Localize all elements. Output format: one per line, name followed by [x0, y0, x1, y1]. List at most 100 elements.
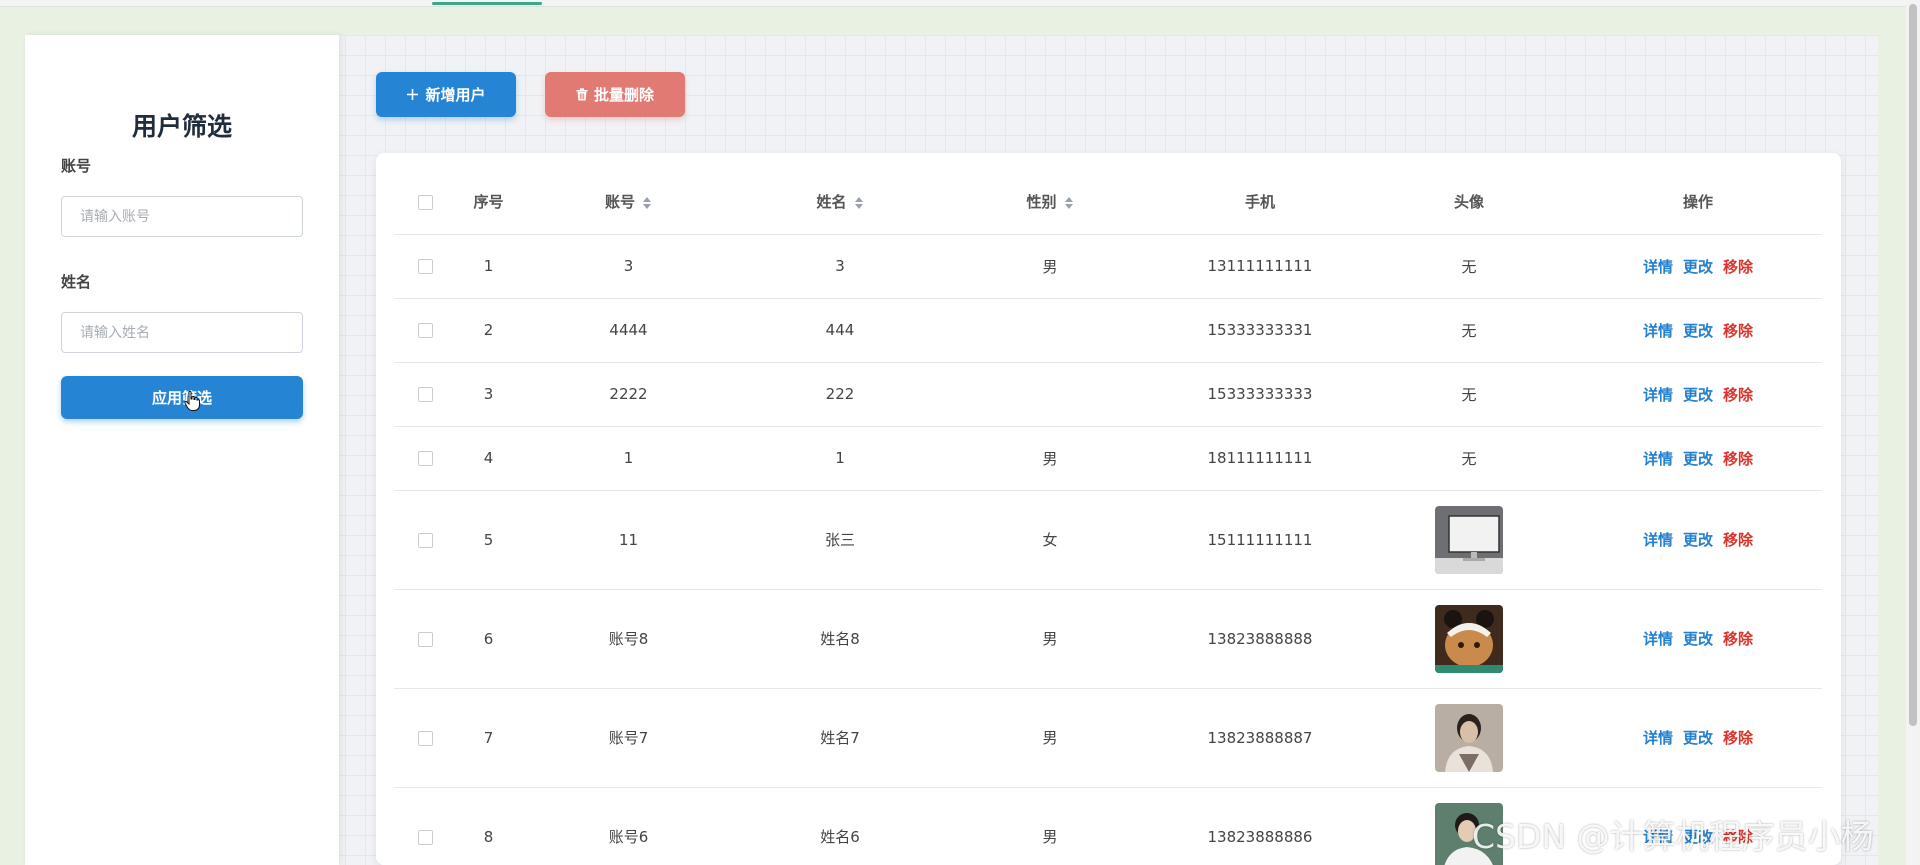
scrollbar-thumb[interactable] — [1909, 4, 1917, 726]
active-tab-indicator — [432, 2, 542, 5]
row-checkbox[interactable] — [417, 387, 433, 402]
batch-delete-button[interactable]: 批量删除 — [545, 72, 685, 117]
sort-icon[interactable] — [854, 196, 864, 210]
row-checkbox[interactable] — [417, 829, 433, 845]
header-phone: 手机 — [1156, 170, 1364, 235]
cell-gender: 男 — [944, 688, 1156, 788]
header-account[interactable]: 账号 — [521, 170, 736, 235]
cell-account: 账号6 — [521, 787, 736, 865]
header-select-all[interactable] — [394, 170, 456, 235]
hand-cursor-icon — [184, 391, 200, 411]
cell-account: 11 — [521, 490, 736, 590]
detail-link[interactable]: 详情 — [1643, 386, 1673, 404]
plus-icon — [407, 89, 419, 100]
name-label: 姓名 — [61, 273, 92, 291]
cell-phone: 13111111111 — [1156, 234, 1364, 299]
cell-name: 1 — [736, 426, 944, 491]
sort-icon[interactable] — [642, 196, 652, 210]
sort-icon[interactable] — [1064, 196, 1074, 210]
remove-link[interactable]: 移除 — [1723, 729, 1753, 747]
cell-actions: 详情 更改 移除 — [1574, 688, 1822, 788]
remove-link[interactable]: 移除 — [1723, 258, 1753, 276]
detail-link[interactable]: 详情 — [1643, 450, 1673, 468]
account-input[interactable] — [61, 196, 303, 237]
edit-link[interactable]: 更改 — [1683, 729, 1713, 747]
remove-link[interactable]: 移除 — [1723, 630, 1753, 648]
row-checkbox[interactable] — [417, 631, 433, 647]
edit-link[interactable]: 更改 — [1683, 386, 1713, 404]
cell-phone: 13823888886 — [1156, 787, 1364, 865]
edit-link[interactable]: 更改 — [1683, 630, 1713, 648]
cell-avatar: 无 — [1364, 234, 1574, 299]
row-checkbox[interactable] — [417, 532, 433, 548]
header-index-label: 序号 — [473, 193, 504, 212]
cell-index: 6 — [456, 589, 521, 689]
header-name-label: 姓名 — [816, 193, 847, 212]
cell-avatar — [1364, 589, 1574, 689]
avatar-image — [1435, 505, 1503, 574]
header-actions-label: 操作 — [1682, 193, 1713, 212]
cell-account: 3 — [521, 234, 736, 299]
header-phone-label: 手机 — [1244, 193, 1275, 212]
cell-phone: 13823888887 — [1156, 688, 1364, 788]
edit-link[interactable]: 更改 — [1683, 322, 1713, 340]
header-gender-label: 性别 — [1026, 193, 1057, 212]
remove-link[interactable]: 移除 — [1723, 450, 1753, 468]
cell-gender — [944, 362, 1156, 427]
row-checkbox[interactable] — [417, 259, 433, 274]
cell-avatar: 无 — [1364, 298, 1574, 363]
name-input[interactable] — [61, 312, 303, 353]
avatar-image — [1435, 703, 1503, 772]
apply-filter-button[interactable]: 应用筛选 — [61, 376, 303, 419]
table-row: 7 账号7 姓名7 男 13823888887 详情 更改 移除 — [394, 688, 1822, 788]
row-checkbox[interactable] — [417, 451, 433, 466]
detail-link[interactable]: 详情 — [1643, 630, 1673, 648]
table-row: 1 3 3 男 13111111111 无 详情 更改 移除 — [394, 234, 1822, 299]
table-row: 5 11 张三 女 15111111111 详情 更改 移除 — [394, 490, 1822, 590]
row-checkbox[interactable] — [417, 730, 433, 746]
cell-actions: 详情 更改 移除 — [1574, 490, 1822, 590]
header-gender[interactable]: 性别 — [944, 170, 1156, 235]
cell-index: 3 — [456, 362, 521, 427]
cell-index: 2 — [456, 298, 521, 363]
cell-actions: 详情 更改 移除 — [1574, 362, 1822, 427]
add-user-label: 新增用户 — [425, 86, 486, 104]
remove-link[interactable]: 移除 — [1723, 386, 1753, 404]
edit-link[interactable]: 更改 — [1683, 258, 1713, 276]
header-actions: 操作 — [1574, 170, 1822, 235]
cell-gender: 男 — [944, 787, 1156, 865]
row-checkbox[interactable] — [417, 323, 433, 338]
edit-link[interactable]: 更改 — [1683, 450, 1713, 468]
header-name[interactable]: 姓名 — [736, 170, 944, 235]
remove-link[interactable]: 移除 — [1723, 531, 1753, 549]
cell-gender: 女 — [944, 490, 1156, 590]
filter-sidebar: 用户筛选 账号 姓名 应用筛选 — [25, 35, 339, 865]
cell-index: 8 — [456, 787, 521, 865]
cell-avatar — [1364, 688, 1574, 788]
cell-name: 张三 — [736, 490, 944, 590]
monitor-avatar-icon — [1435, 505, 1503, 574]
user-table: 序号 账号 姓名 性别 手机 头像 操作 1 3 3 男 13111111111… — [394, 170, 1822, 865]
header-account-label: 账号 — [604, 193, 635, 212]
cell-actions: 详情 更改 移除 — [1574, 298, 1822, 363]
add-user-button[interactable]: 新增用户 — [376, 72, 516, 117]
select-all-checkbox[interactable] — [417, 194, 433, 210]
cell-avatar: 无 — [1364, 426, 1574, 491]
cell-avatar: 无 — [1364, 362, 1574, 427]
detail-link[interactable]: 详情 — [1643, 322, 1673, 340]
trash-icon — [576, 88, 588, 101]
edit-link[interactable]: 更改 — [1683, 531, 1713, 549]
cell-gender: 男 — [944, 234, 1156, 299]
cell-gender — [944, 298, 1156, 363]
cell-account: 账号7 — [521, 688, 736, 788]
cat-avatar-icon — [1435, 604, 1503, 673]
cell-name: 姓名6 — [736, 787, 944, 865]
cell-gender: 男 — [944, 589, 1156, 689]
cell-phone: 15333333331 — [1156, 298, 1364, 363]
detail-link[interactable]: 详情 — [1643, 258, 1673, 276]
remove-link[interactable]: 移除 — [1723, 322, 1753, 340]
detail-link[interactable]: 详情 — [1643, 531, 1673, 549]
cell-gender: 男 — [944, 426, 1156, 491]
cell-avatar — [1364, 490, 1574, 590]
detail-link[interactable]: 详情 — [1643, 729, 1673, 747]
